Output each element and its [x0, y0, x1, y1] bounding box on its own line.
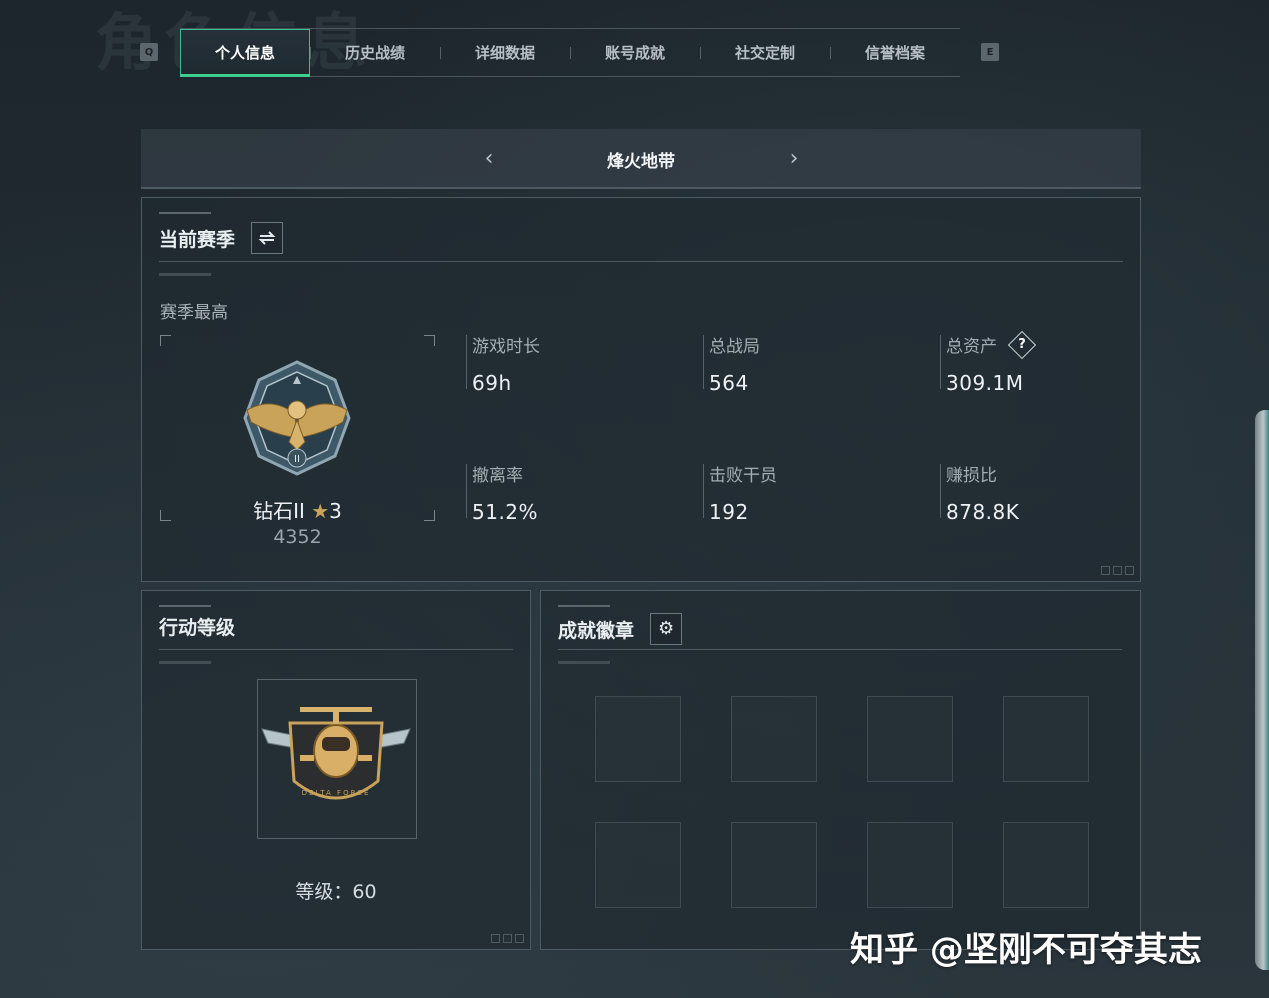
badge-slot[interactable]: [595, 696, 681, 782]
badge-slot[interactable]: [731, 696, 817, 782]
stat-total-matches: 总战局 564: [709, 337, 760, 395]
panel-tag: [558, 661, 610, 664]
panel-tag: [159, 212, 211, 214]
panel-tag: [159, 605, 211, 607]
character-model-edge: [1255, 410, 1269, 970]
badges-title: 成就徽章: [558, 619, 635, 642]
rank-name: 钻石II: [253, 499, 305, 523]
stat-play-time: 游戏时长 69h: [472, 337, 540, 395]
rank-stars: 3: [329, 499, 342, 523]
stat-total-assets: 总资产 ? 309.1M: [946, 330, 1037, 395]
panel-tag: [159, 661, 211, 664]
badge-slot[interactable]: [595, 822, 681, 908]
badge-slot[interactable]: [867, 696, 953, 782]
tab-account-achievements[interactable]: 账号成就: [570, 29, 700, 76]
badge-slot[interactable]: [867, 822, 953, 908]
helicopter-badge-icon: DELTA FORCE: [261, 707, 411, 800]
divider: [159, 649, 513, 650]
badges-settings-button[interactable]: ⚙: [650, 613, 683, 645]
top-tab-bar: 个人信息 历史战绩 详细数据 账号成就 社交定制 信誉档案: [180, 28, 960, 77]
stat-operators-defeated: 击败干员 192: [709, 466, 777, 524]
season-title: 当前赛季: [159, 228, 236, 251]
tab-detailed-data[interactable]: 详细数据: [440, 29, 570, 76]
level-value: 等级：60: [295, 881, 377, 903]
current-season-panel: 当前赛季 赛季最高 II 钻石II ★3 4352 游戏时长 69h 总战局 5…: [141, 197, 1141, 582]
stat-profit-loss-ratio: 赚损比 878.8K: [946, 466, 1020, 524]
prev-tab-key[interactable]: Q: [140, 43, 158, 61]
tab-personal-info[interactable]: 个人信息: [180, 29, 310, 77]
panel-footer-dots: [491, 934, 524, 943]
action-level-panel: 行动等级 DELTA FORCE 等级：60: [141, 590, 531, 950]
tab-history-record[interactable]: 历史战绩: [310, 29, 440, 76]
level-title: 行动等级: [159, 617, 236, 639]
badge-slot[interactable]: [731, 822, 817, 908]
star-icon: ★: [311, 499, 330, 523]
badge-text: DELTA FORCE: [302, 789, 371, 797]
help-icon[interactable]: ?: [1008, 330, 1037, 360]
stat-extraction-rate: 撤离率 51.2%: [472, 466, 539, 524]
mode-selector: ‹ 烽火地带 ›: [141, 129, 1141, 189]
panel-tag: [558, 605, 610, 607]
divider: [558, 649, 1122, 650]
rank-emblem-icon: II: [243, 360, 351, 476]
rank-points: 4352: [273, 526, 322, 548]
season-switch-button[interactable]: [251, 222, 284, 254]
season-best-label: 赛季最高: [160, 303, 228, 323]
mode-next-button[interactable]: ›: [782, 143, 806, 173]
badge-slot[interactable]: [1003, 822, 1089, 908]
divider: [159, 261, 1123, 262]
tab-credit-profile[interactable]: 信誉档案: [830, 29, 960, 76]
mode-title: 烽火地带: [607, 152, 675, 172]
watermark: 知乎 @坚刚不可夺其志: [850, 930, 1202, 970]
panel-footer-dots: [1101, 566, 1134, 575]
swap-icon: [258, 231, 276, 245]
svg-text:II: II: [294, 454, 300, 465]
achievement-badges-panel: 成就徽章 ⚙: [540, 590, 1141, 950]
badge-slot[interactable]: [1003, 696, 1089, 782]
rank-line: 钻石II ★3: [160, 495, 435, 524]
panel-tag: [159, 273, 211, 276]
tab-social-customization[interactable]: 社交定制: [700, 29, 830, 76]
next-tab-key[interactable]: E: [981, 43, 999, 61]
gear-icon: ⚙: [657, 618, 675, 639]
